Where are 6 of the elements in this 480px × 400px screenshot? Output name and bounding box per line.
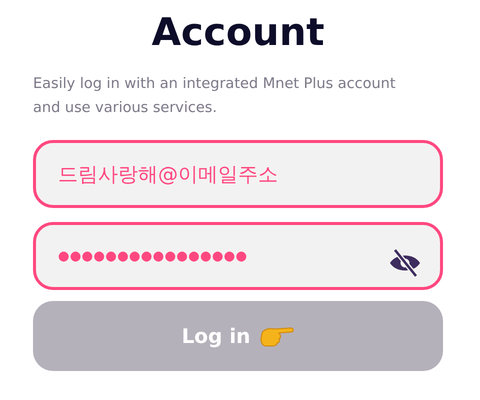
page-title: Account [150,9,326,56]
email-field[interactable]: 드림사랑해@이메일주소 [33,140,443,208]
password-field[interactable]: ●●●●●●●●●●●●●●●● [33,222,443,290]
pointing-hand-icon [260,325,294,347]
description-text: Easily log in with an integrated Mnet Plus account and use various services. [33,75,397,118]
eye-off-icon[interactable] [389,249,421,277]
